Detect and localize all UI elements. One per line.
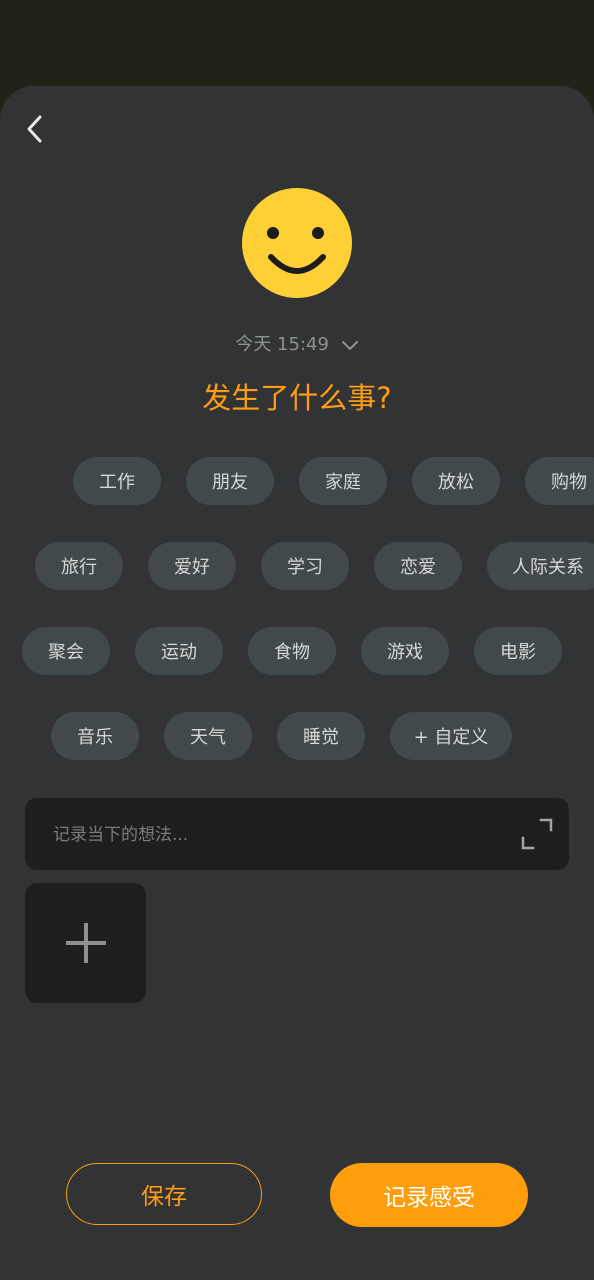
note-box: [25, 798, 569, 870]
tag-hobby[interactable]: 爱好: [148, 542, 236, 590]
tag-row-4: 音乐 天气 睡觉 + 自定义: [0, 712, 594, 760]
date-text: 今天 15:49: [235, 334, 329, 355]
tag-shopping[interactable]: 购物: [525, 457, 594, 505]
date-selector[interactable]: 今天 15:49: [0, 332, 594, 358]
note-input[interactable]: [51, 820, 495, 850]
tag-relationships[interactable]: 人际关系: [487, 542, 594, 590]
tag-sports[interactable]: 运动: [135, 627, 223, 675]
chevron-left-icon: [27, 115, 42, 143]
expand-icon[interactable]: [521, 818, 553, 850]
save-button[interactable]: 保存: [66, 1163, 262, 1225]
mood-entry-sheet: 今天 15:49 发生了什么事? 工作 朋友 家庭 放松 购物 旅行 爱好 学习…: [0, 86, 594, 1280]
tag-music[interactable]: 音乐: [51, 712, 139, 760]
tag-friends[interactable]: 朋友: [186, 457, 274, 505]
tag-party[interactable]: 聚会: [22, 627, 110, 675]
tag-row-2: 旅行 爱好 学习 恋爱 人际关系: [0, 542, 594, 590]
add-photo-button[interactable]: [25, 883, 146, 1003]
tag-family[interactable]: 家庭: [299, 457, 387, 505]
tag-row-3: 聚会 运动 食物 游戏 电影: [0, 627, 594, 675]
tag-games[interactable]: 游戏: [361, 627, 449, 675]
record-feeling-button[interactable]: 记录感受: [330, 1163, 528, 1227]
back-button[interactable]: [18, 112, 52, 146]
tag-love[interactable]: 恋爱: [374, 542, 462, 590]
plus-icon: [65, 923, 106, 963]
tag-weather[interactable]: 天气: [164, 712, 252, 760]
chevron-down-icon: [341, 341, 358, 350]
smiley-face-icon[interactable]: [241, 187, 353, 299]
tag-sleep[interactable]: 睡觉: [277, 712, 365, 760]
tag-study[interactable]: 学习: [261, 542, 349, 590]
tag-food[interactable]: 食物: [248, 627, 336, 675]
tag-work[interactable]: 工作: [73, 457, 161, 505]
tag-movies[interactable]: 电影: [474, 627, 562, 675]
tag-travel[interactable]: 旅行: [35, 542, 123, 590]
tag-relax[interactable]: 放松: [412, 457, 500, 505]
tag-row-1: 工作 朋友 家庭 放松 购物: [0, 457, 594, 505]
tag-custom[interactable]: + 自定义: [390, 712, 512, 760]
question-title: 发生了什么事?: [202, 381, 392, 415]
